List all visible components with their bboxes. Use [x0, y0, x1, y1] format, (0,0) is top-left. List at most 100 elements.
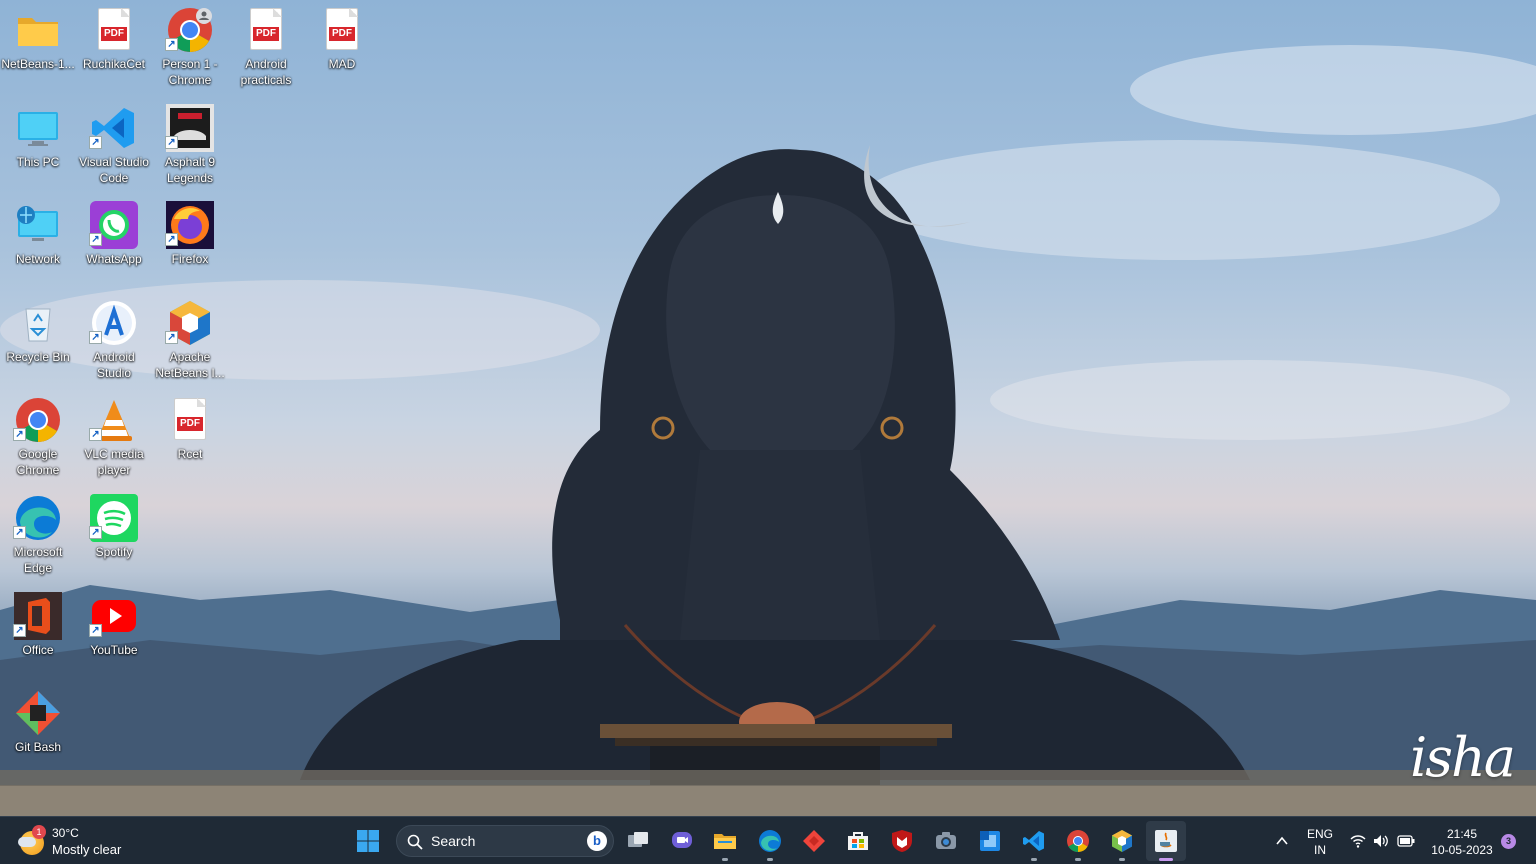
netbeans-icon [1112, 830, 1132, 852]
bing-icon[interactable]: b [587, 831, 607, 851]
running-indicator [1031, 858, 1037, 861]
netbeans-taskbar-button[interactable] [1102, 821, 1142, 861]
mcafee-icon [892, 830, 912, 852]
file-explorer-button[interactable] [705, 821, 745, 861]
shortcut-arrow-icon: ↗ [13, 526, 26, 539]
task-view-button[interactable] [618, 821, 658, 861]
desktop-icon-youtube[interactable]: ↗ YouTube [76, 586, 152, 678]
input-language-indicator[interactable]: ENG IN [1300, 817, 1340, 864]
teams-icon [672, 832, 692, 848]
clock-time: 21:45 [1446, 827, 1478, 841]
desktop-icon-label: RuchikaCet [82, 57, 146, 71]
shortcut-arrow-icon: ↗ [89, 331, 102, 344]
weather-widget[interactable]: 1 30°C Mostly clear [14, 823, 154, 859]
desktop-icon-label: Visual Studio Code [79, 155, 149, 185]
search-label: Search [431, 833, 476, 849]
folder-icon [18, 18, 58, 46]
wifi-icon[interactable] [1350, 833, 1366, 849]
desktop-icon-rcet-pdf[interactable]: PDF Rcet [152, 390, 228, 482]
desktop-icon-label: Apache NetBeans I... [155, 350, 225, 380]
desktop-icon-vlc[interactable]: ↗ VLC media player [76, 390, 152, 482]
desktop-icon-this-pc[interactable]: This PC [0, 98, 76, 190]
clock-date: 10-05-2023 [1431, 843, 1493, 857]
folder-icon [714, 834, 736, 849]
microsoft-store-button[interactable] [838, 821, 878, 861]
desktop-icon-label: Asphalt 9 Legends [164, 155, 216, 185]
desktop-icon-label: YouTube [90, 643, 138, 657]
desktop-icon-whatsapp[interactable]: ↗ WhatsApp [76, 195, 152, 287]
desktop-icon-google-chrome[interactable]: ↗ Google Chrome [0, 390, 76, 482]
pdf-icon: PDF [166, 396, 214, 444]
shortcut-arrow-icon: ↗ [89, 428, 102, 441]
desktop-icon-label: This PC [16, 155, 60, 169]
pdf-icon: PDF [318, 6, 366, 54]
chrome-taskbar-button[interactable] [1058, 821, 1098, 861]
shortcut-arrow-icon: ↗ [165, 136, 178, 149]
desktop-icon-label: MAD [328, 57, 356, 71]
store-icon [848, 832, 868, 850]
desktop-icon-recycle-bin[interactable]: Recycle Bin [0, 293, 76, 385]
desktop-icon-vscode[interactable]: ↗ Visual Studio Code [76, 98, 152, 190]
desktop-icon-network[interactable]: Network [0, 195, 76, 287]
desktop-icon-label: VLC media player [84, 447, 144, 477]
mcafee-taskbar-button[interactable] [882, 821, 922, 861]
desktop-icon-apache-netbeans[interactable]: ↗ Apache NetBeans I... [152, 293, 228, 385]
anydesk-taskbar-button[interactable] [794, 821, 834, 861]
desktop-icon-label: NetBeans-1... [1, 57, 75, 71]
vscode-taskbar-button[interactable] [1014, 821, 1054, 861]
desktop-icon-label: Person 1 - Chrome [162, 57, 218, 87]
desktop-icon-label: Microsoft Edge [13, 545, 63, 575]
desktop-icon-area: NetBeans-1... This PC Network Recycle Bi… [0, 0, 400, 816]
desktop-icon-label: Network [15, 252, 60, 266]
desktop-icon-microsoft-edge[interactable]: ↗ Microsoft Edge [0, 488, 76, 580]
shortcut-arrow-icon: ↗ [165, 38, 178, 51]
running-indicator [722, 858, 728, 861]
running-indicator [767, 858, 773, 861]
edge-taskbar-button[interactable] [750, 821, 790, 861]
shortcut-arrow-icon: ↗ [89, 526, 102, 539]
weather-cloud-icon [18, 837, 36, 847]
notification-badge[interactable]: 3 [1501, 834, 1516, 849]
clock[interactable]: 21:45 10-05-2023 [1422, 817, 1502, 864]
desktop-icon-spotify[interactable]: ↗ Spotify [76, 488, 152, 580]
windows-start-icon [357, 830, 379, 852]
camera-taskbar-button[interactable] [926, 821, 966, 861]
java-taskbar-button[interactable] [1146, 821, 1186, 861]
git-bash-icon [16, 691, 60, 735]
desktop-icon-asphalt9[interactable]: ↗ Asphalt 9 Legends [152, 98, 228, 190]
taskbar-search-box[interactable]: Search b [396, 825, 614, 857]
diamond-app-icon [803, 830, 825, 852]
weather-badge: 1 [32, 825, 46, 839]
desktop-icon-office[interactable]: ↗ Office [0, 586, 76, 678]
running-indicator [1075, 858, 1081, 861]
blue-app-taskbar-button[interactable] [970, 821, 1010, 861]
desktop-icon-android-studio[interactable]: ↗ Android Studio [76, 293, 152, 385]
vscode-icon [1023, 831, 1044, 851]
desktop-icon-label: Recycle Bin [6, 350, 70, 364]
shortcut-arrow-icon: ↗ [13, 624, 26, 637]
desktop-icon-git-bash[interactable]: Git Bash [0, 683, 76, 775]
desktop-icon-label: Office [22, 643, 54, 657]
chevron-up-icon[interactable] [1275, 835, 1289, 847]
desktop-icon-person1-chrome[interactable]: ↗ Person 1 - Chrome [152, 0, 228, 92]
desktop-icon-label: Google Chrome [16, 447, 60, 477]
camera-icon [936, 832, 956, 849]
battery-icon[interactable] [1397, 834, 1415, 848]
desktop-icon-android-practicals-pdf[interactable]: PDF Android practicals [228, 0, 304, 92]
desktop-icon-label: Spotify [95, 545, 133, 559]
desktop-icon-label: Android Studio [93, 350, 135, 380]
search-icon [407, 834, 423, 850]
desktop-icon-ruchikacet-pdf[interactable]: PDF RuchikaCet [76, 0, 152, 92]
network-icon [17, 206, 58, 241]
desktop-icon-firefox[interactable]: ↗ Firefox [152, 195, 228, 287]
active-indicator [1159, 858, 1173, 861]
running-indicator [1119, 858, 1125, 861]
desktop-icon-mad-pdf[interactable]: PDF MAD [304, 0, 380, 92]
teams-chat-button[interactable] [662, 821, 702, 861]
blue-app-icon [980, 831, 1000, 851]
shortcut-arrow-icon: ↗ [89, 136, 102, 149]
desktop-icon-netbeans-folder[interactable]: NetBeans-1... [0, 0, 76, 92]
volume-icon[interactable] [1373, 833, 1389, 849]
desktop-icon-label: Firefox [171, 252, 209, 266]
start-button[interactable] [348, 821, 388, 861]
